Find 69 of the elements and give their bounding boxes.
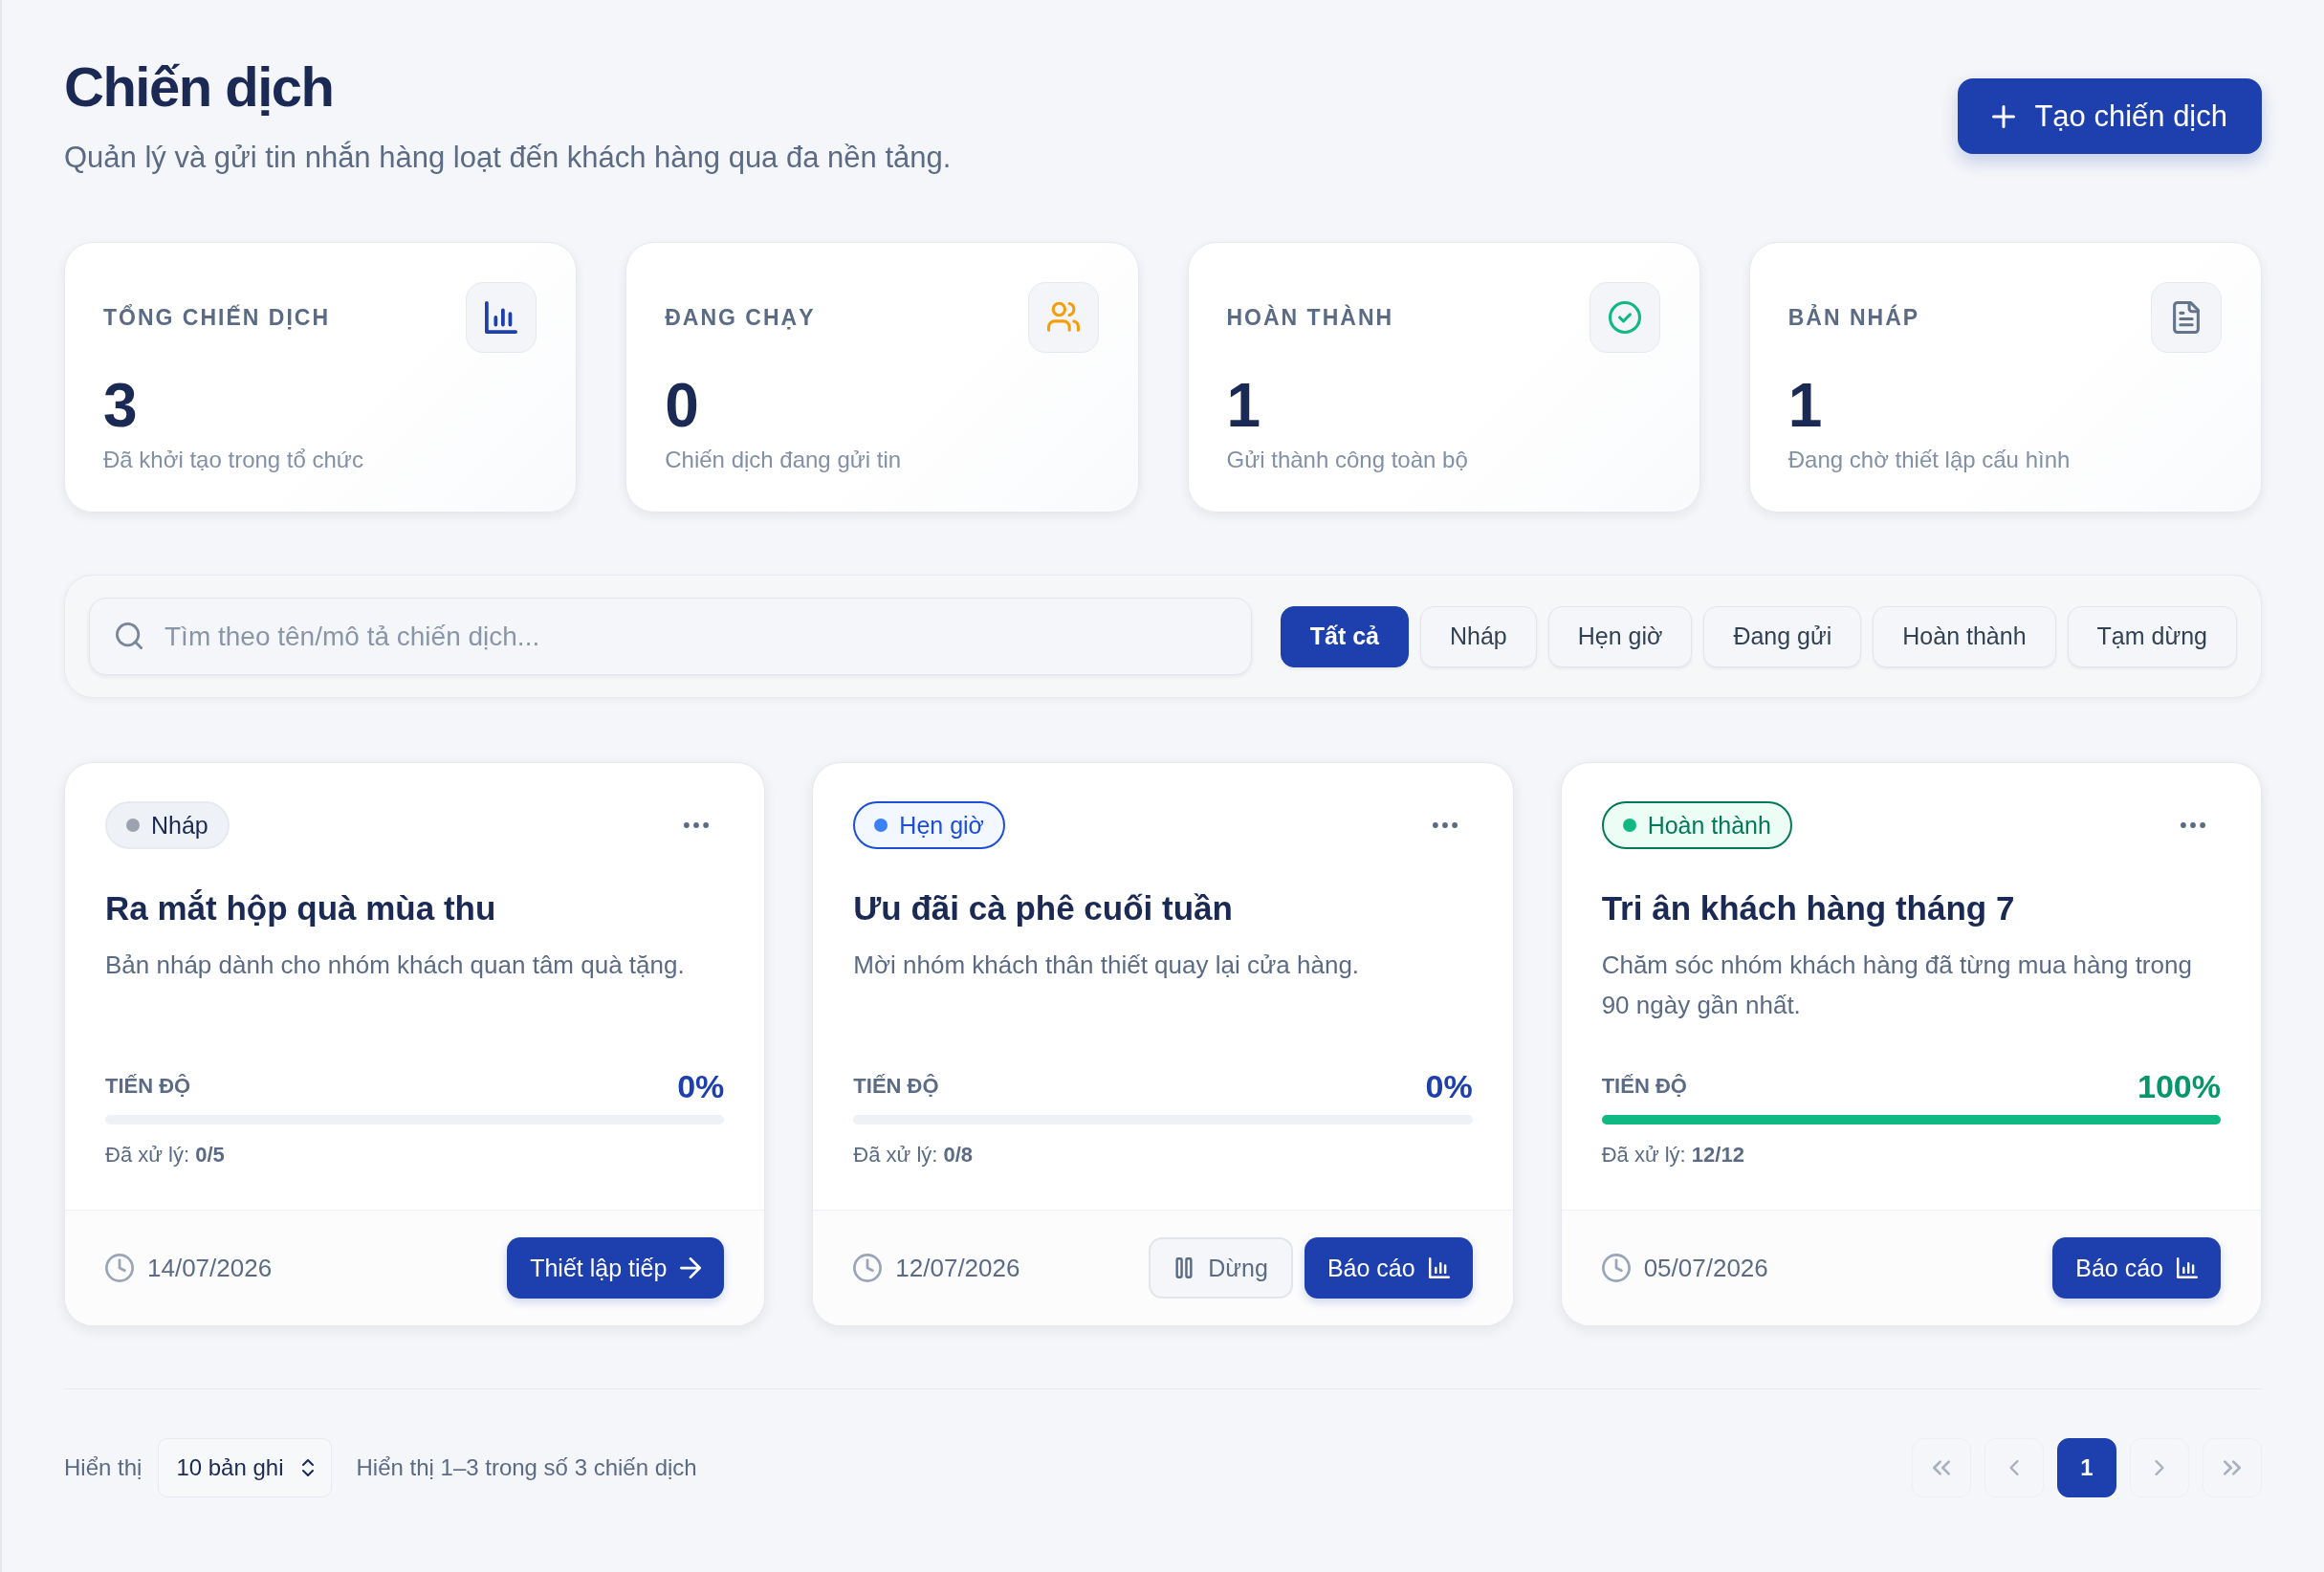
progress-percent: 0%	[677, 1067, 725, 1105]
progress-percent: 0%	[1425, 1067, 1473, 1105]
document-icon	[2151, 282, 2222, 353]
stat-caption: Gửi thành công toàn bộ	[1226, 446, 1468, 474]
stat-value: 1	[1226, 374, 1261, 437]
processed-count: Đã xử lý: 0/5	[105, 1142, 225, 1168]
stat-caption: Đã khởi tạo trong tổ chức	[103, 446, 363, 474]
filter-tab[interactable]: Hoàn thành	[1873, 605, 2056, 667]
users-icon	[1027, 282, 1099, 353]
more-icon[interactable]	[2181, 822, 2205, 828]
campaign-title: Ra mắt hộp quà mùa thu	[105, 888, 496, 928]
filter-tab[interactable]: Đang gửi	[1703, 605, 1862, 667]
stat-label: TỔNG CHIẾN DỊCH	[103, 304, 330, 331]
filter-tab[interactable]: Hẹn giờ	[1547, 605, 1693, 667]
stat-label: BẢN NHÁP	[1787, 304, 1920, 331]
stat-label: ĐANG CHẠY	[665, 304, 816, 331]
up-down-chevron-icon	[302, 1459, 315, 1476]
processed-count: Đã xử lý: 0/8	[853, 1142, 974, 1168]
stat-label: HOÀN THÀNH	[1226, 304, 1394, 331]
more-icon[interactable]	[1432, 822, 1458, 828]
campaign-date: 05/07/2026	[1643, 1253, 1768, 1283]
bar-chart-icon	[1428, 1257, 1450, 1278]
page-size-select[interactable]: 10 bản ghi	[158, 1438, 333, 1497]
report-button[interactable]: Báo cáo	[2052, 1237, 2221, 1299]
filter-tab[interactable]: Tất cả	[1280, 605, 1409, 667]
double-chevron-left-icon	[1933, 1460, 1950, 1475]
arrow-right-icon	[680, 1257, 702, 1278]
progress-percent: 100%	[2138, 1067, 2221, 1105]
clock-icon	[853, 1254, 883, 1282]
campaign-date: 14/07/2026	[147, 1253, 273, 1283]
page-button[interactable]: 1	[2057, 1438, 2116, 1497]
clock-icon	[105, 1254, 134, 1282]
status-text: Hoàn thành	[1647, 811, 1771, 840]
stat-caption: Đang chờ thiết lập cấu hình	[1787, 446, 2071, 474]
search-field[interactable]: Tìm theo tên/mô tả chiến dịch...	[89, 598, 1252, 675]
search-icon	[116, 622, 143, 649]
campaign-description: Mời nhóm khách thân thiết quay lại cửa hàng.	[853, 950, 1361, 981]
campaign-date: 12/07/2026	[895, 1253, 1020, 1283]
stat-value: 0	[665, 374, 699, 437]
page-title: Chiến dịch	[64, 55, 334, 120]
continue-button[interactable]: Thiết lập tiếp	[507, 1237, 725, 1299]
pause-button[interactable]: Dừng	[1149, 1237, 1293, 1299]
create-campaign-button[interactable]: Tạo chiến dịch	[1958, 78, 2262, 154]
results-summary: Hiển thị 1–3 trong số 3 chiến dịch	[356, 1454, 697, 1481]
report-button[interactable]: Báo cáo	[1304, 1237, 1473, 1299]
processed-count: Đã xử lý: 12/12	[1601, 1142, 1744, 1168]
bar-chart-icon	[2177, 1257, 2198, 1278]
stat-caption: Chiến dịch đang gửi tin	[665, 446, 902, 474]
progress-label: TIẾN ĐỘ	[1601, 1074, 1687, 1099]
campaign-description: Chăm sóc nhóm khách hàng đã từng mua hàng trong 90 ngày gần nhất.	[1601, 950, 2193, 1021]
progress-label: TIẾN ĐỘ	[105, 1074, 191, 1099]
page-subtitle: Quản lý và gửi tin nhắn hàng loạt đến khách hàng qua đa nền tảng.	[64, 140, 952, 176]
page-size-label: Hiển thị	[64, 1454, 143, 1481]
double-chevron-right-icon	[2224, 1460, 2241, 1475]
campaign-title: Ưu đãi cà phê cuối tuần	[853, 888, 1233, 928]
progress-label: TIẾN ĐỘ	[853, 1074, 939, 1099]
status-text: Hẹn giờ	[899, 811, 984, 840]
more-icon[interactable]	[684, 822, 710, 828]
clock-icon	[1601, 1254, 1631, 1282]
stat-value: 1	[1787, 374, 1823, 437]
pause-icon	[1173, 1257, 1195, 1278]
status-text: Nháp	[151, 811, 208, 840]
stat-value: 3	[103, 374, 138, 437]
filter-tab[interactable]: Nháp	[1419, 605, 1537, 667]
bar-chart-icon	[466, 282, 537, 353]
campaign-description: Bản nháp dành cho nhóm khách quan tâm quà tặng.	[105, 950, 686, 981]
filter-tab[interactable]: Tạm dừng	[2067, 605, 2237, 667]
campaign-title: Tri ân khách hàng tháng 7	[1601, 888, 2015, 928]
plus-icon	[1992, 104, 2016, 128]
